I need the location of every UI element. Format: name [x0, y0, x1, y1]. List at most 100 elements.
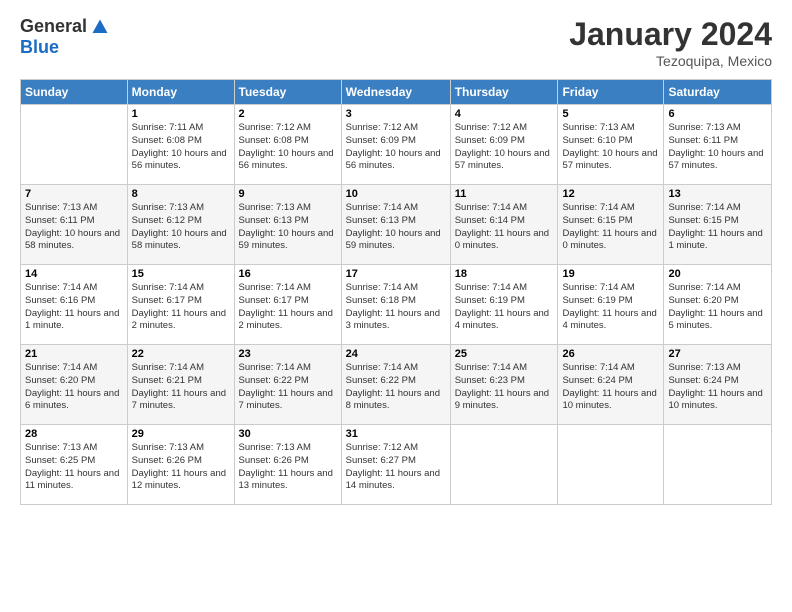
title-section: January 2024 Tezoquipa, Mexico — [569, 16, 772, 69]
logo-general-text: General — [20, 16, 87, 37]
calendar-header-thursday: Thursday — [450, 80, 558, 105]
day-info: Sunrise: 7:14 AMSunset: 6:23 PMDaylight:… — [455, 362, 554, 413]
calendar-cell: 22 Sunrise: 7:14 AMSunset: 6:21 PMDayligh… — [127, 345, 234, 425]
day-info: Sunrise: 7:14 AMSunset: 6:22 PMDaylight:… — [346, 362, 446, 413]
calendar-cell: 27 Sunrise: 7:13 AMSunset: 6:24 PMDayligh… — [664, 345, 772, 425]
day-info: Sunrise: 7:13 AMSunset: 6:11 PMDaylight:… — [668, 122, 767, 173]
calendar-cell: 26Sunrise: 7:14 AMSunset: 6:24 PMDayligh… — [558, 345, 664, 425]
day-info: Sunrise: 7:14 AMSunset: 6:13 PMDaylight:… — [346, 202, 446, 253]
calendar-cell: 12 Sunrise: 7:14 AMSunset: 6:15 PMDayligh… — [558, 185, 664, 265]
day-number: 18 — [455, 268, 554, 280]
day-number: 8 — [132, 188, 230, 200]
location: Tezoquipa, Mexico — [569, 53, 772, 69]
logo-blue-text: Blue — [20, 37, 59, 58]
day-info: Sunrise: 7:11 AMSunset: 6:08 PMDaylight:… — [132, 122, 230, 173]
calendar-cell: 31Sunrise: 7:12 AMSunset: 6:27 PMDayligh… — [341, 425, 450, 505]
calendar-week-row: 1Sunrise: 7:11 AMSunset: 6:08 PMDaylight… — [21, 105, 772, 185]
calendar-header-row: SundayMondayTuesdayWednesdayThursdayFrid… — [21, 80, 772, 105]
calendar-cell: 29 Sunrise: 7:13 AMSunset: 6:26 PMDayligh… — [127, 425, 234, 505]
day-info: Sunrise: 7:14 AMSunset: 6:16 PMDaylight:… — [25, 282, 123, 333]
calendar-cell: 20 Sunrise: 7:14 AMSunset: 6:20 PMDayligh… — [664, 265, 772, 345]
calendar-cell — [664, 425, 772, 505]
day-info: Sunrise: 7:14 AMSunset: 6:22 PMDaylight:… — [239, 362, 337, 413]
day-info: Sunrise: 7:13 AMSunset: 6:11 PMDaylight:… — [25, 202, 123, 253]
calendar-cell — [21, 105, 128, 185]
day-number: 15 — [132, 268, 230, 280]
day-number: 14 — [25, 268, 123, 280]
day-number: 10 — [346, 188, 446, 200]
calendar-table: SundayMondayTuesdayWednesdayThursdayFrid… — [20, 79, 772, 505]
calendar-header-tuesday: Tuesday — [234, 80, 341, 105]
day-number: 12 — [562, 188, 659, 200]
calendar-cell: 6 Sunrise: 7:13 AMSunset: 6:11 PMDaylight… — [664, 105, 772, 185]
day-info: Sunrise: 7:13 AMSunset: 6:10 PMDaylight:… — [562, 122, 659, 173]
day-info: Sunrise: 7:13 AMSunset: 6:12 PMDaylight:… — [132, 202, 230, 253]
day-number: 22 — [132, 348, 230, 360]
calendar-week-row: 21 Sunrise: 7:14 AMSunset: 6:20 PMDayligh… — [21, 345, 772, 425]
day-number: 4 — [455, 108, 554, 120]
calendar-header-monday: Monday — [127, 80, 234, 105]
calendar-cell — [450, 425, 558, 505]
day-info: Sunrise: 7:14 AMSunset: 6:15 PMDaylight:… — [562, 202, 659, 253]
calendar-cell: 15 Sunrise: 7:14 AMSunset: 6:17 PMDayligh… — [127, 265, 234, 345]
day-number: 11 — [455, 188, 554, 200]
day-info: Sunrise: 7:14 AMSunset: 6:19 PMDaylight:… — [562, 282, 659, 333]
day-number: 20 — [668, 268, 767, 280]
day-info: Sunrise: 7:14 AMSunset: 6:17 PMDaylight:… — [132, 282, 230, 333]
day-info: Sunrise: 7:13 AMSunset: 6:24 PMDaylight:… — [668, 362, 767, 413]
day-number: 2 — [239, 108, 337, 120]
day-info: Sunrise: 7:14 AMSunset: 6:18 PMDaylight:… — [346, 282, 446, 333]
calendar-cell: 5 Sunrise: 7:13 AMSunset: 6:10 PMDaylight… — [558, 105, 664, 185]
day-number: 24 — [346, 348, 446, 360]
day-info: Sunrise: 7:14 AMSunset: 6:19 PMDaylight:… — [455, 282, 554, 333]
day-number: 25 — [455, 348, 554, 360]
day-number: 29 — [132, 428, 230, 440]
calendar-cell — [558, 425, 664, 505]
calendar-cell: 11 Sunrise: 7:14 AMSunset: 6:14 PMDayligh… — [450, 185, 558, 265]
page: General Blue January 2024 Tezoquipa, Mex… — [0, 0, 792, 612]
day-number: 30 — [239, 428, 337, 440]
day-number: 27 — [668, 348, 767, 360]
calendar-header-saturday: Saturday — [664, 80, 772, 105]
day-number: 6 — [668, 108, 767, 120]
calendar-header-friday: Friday — [558, 80, 664, 105]
calendar-cell: 8 Sunrise: 7:13 AMSunset: 6:12 PMDaylight… — [127, 185, 234, 265]
day-info: Sunrise: 7:14 AMSunset: 6:15 PMDaylight:… — [668, 202, 767, 253]
calendar-cell: 1Sunrise: 7:11 AMSunset: 6:08 PMDaylight… — [127, 105, 234, 185]
day-number: 9 — [239, 188, 337, 200]
calendar-cell: 21 Sunrise: 7:14 AMSunset: 6:20 PMDayligh… — [21, 345, 128, 425]
day-info: Sunrise: 7:14 AMSunset: 6:21 PMDaylight:… — [132, 362, 230, 413]
calendar-cell: 23 Sunrise: 7:14 AMSunset: 6:22 PMDayligh… — [234, 345, 341, 425]
day-info: Sunrise: 7:14 AMSunset: 6:17 PMDaylight:… — [239, 282, 337, 333]
calendar-header-sunday: Sunday — [21, 80, 128, 105]
calendar-cell: 19 Sunrise: 7:14 AMSunset: 6:19 PMDayligh… — [558, 265, 664, 345]
calendar-cell: 9 Sunrise: 7:13 AMSunset: 6:13 PMDaylight… — [234, 185, 341, 265]
header: General Blue January 2024 Tezoquipa, Mex… — [20, 16, 772, 69]
calendar-cell: 4Sunrise: 7:12 AMSunset: 6:09 PMDaylight… — [450, 105, 558, 185]
day-info: Sunrise: 7:13 AMSunset: 6:26 PMDaylight:… — [132, 442, 230, 493]
day-number: 19 — [562, 268, 659, 280]
calendar-cell: 14 Sunrise: 7:14 AMSunset: 6:16 PMDayligh… — [21, 265, 128, 345]
day-info: Sunrise: 7:14 AMSunset: 6:20 PMDaylight:… — [25, 362, 123, 413]
day-info: Sunrise: 7:14 AMSunset: 6:14 PMDaylight:… — [455, 202, 554, 253]
day-info: Sunrise: 7:14 AMSunset: 6:24 PMDaylight:… — [562, 362, 659, 413]
day-number: 21 — [25, 348, 123, 360]
calendar-cell: 18 Sunrise: 7:14 AMSunset: 6:19 PMDayligh… — [450, 265, 558, 345]
day-number: 23 — [239, 348, 337, 360]
calendar-cell: 10 Sunrise: 7:14 AMSunset: 6:13 PMDayligh… — [341, 185, 450, 265]
calendar-week-row: 14 Sunrise: 7:14 AMSunset: 6:16 PMDayligh… — [21, 265, 772, 345]
logo: General Blue — [20, 16, 109, 58]
calendar-cell: 13Sunrise: 7:14 AMSunset: 6:15 PMDayligh… — [664, 185, 772, 265]
calendar-cell: 17Sunrise: 7:14 AMSunset: 6:18 PMDayligh… — [341, 265, 450, 345]
day-number: 5 — [562, 108, 659, 120]
day-info: Sunrise: 7:12 AMSunset: 6:27 PMDaylight:… — [346, 442, 446, 493]
day-info: Sunrise: 7:13 AMSunset: 6:13 PMDaylight:… — [239, 202, 337, 253]
calendar-cell: 16Sunrise: 7:14 AMSunset: 6:17 PMDayligh… — [234, 265, 341, 345]
day-info: Sunrise: 7:14 AMSunset: 6:20 PMDaylight:… — [668, 282, 767, 333]
day-number: 7 — [25, 188, 123, 200]
calendar-cell: 7 Sunrise: 7:13 AMSunset: 6:11 PMDaylight… — [21, 185, 128, 265]
calendar-week-row: 28Sunrise: 7:13 AMSunset: 6:25 PMDayligh… — [21, 425, 772, 505]
calendar-header-wednesday: Wednesday — [341, 80, 450, 105]
day-info: Sunrise: 7:12 AMSunset: 6:09 PMDaylight:… — [346, 122, 446, 173]
day-info: Sunrise: 7:12 AMSunset: 6:08 PMDaylight:… — [239, 122, 337, 173]
